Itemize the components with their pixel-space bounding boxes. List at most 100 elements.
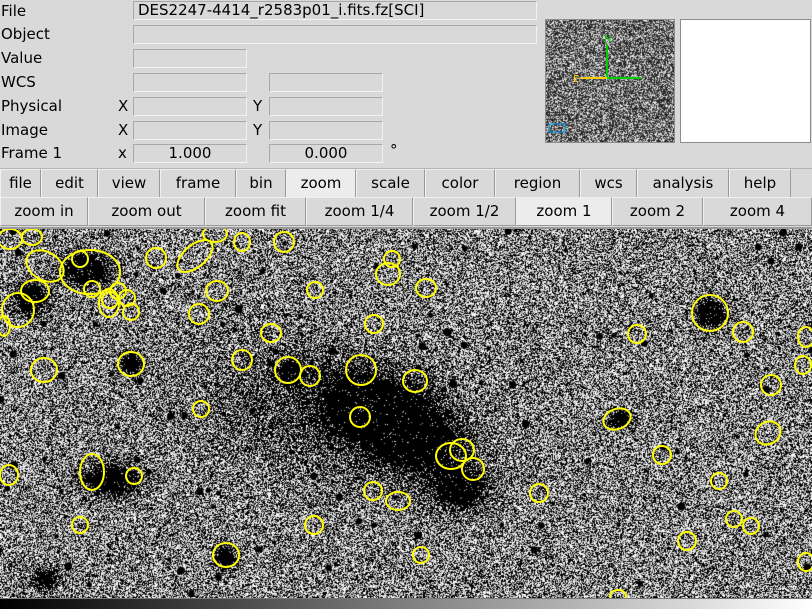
menu-edit[interactable]: edit [41, 169, 98, 198]
region-circle[interactable] [306, 281, 324, 299]
region-circle[interactable] [363, 481, 383, 501]
menu-zoom[interactable]: zoom [286, 169, 356, 198]
region-circle[interactable] [233, 232, 251, 252]
degree-unit: ° [390, 141, 398, 159]
button-zoom-2[interactable]: zoom 2 [612, 197, 703, 226]
region-circle[interactable] [725, 510, 743, 528]
region-circle[interactable] [529, 483, 549, 503]
physical-x-field [133, 97, 247, 116]
region-circle[interactable] [71, 250, 89, 268]
region-circle[interactable] [20, 279, 50, 303]
region-circle[interactable] [192, 400, 210, 418]
frame-angle-field: 0.000 [269, 144, 383, 163]
region-circle[interactable] [652, 445, 672, 465]
menu-bin[interactable]: bin [236, 169, 286, 198]
compass-east-label: E [573, 74, 579, 85]
button-zoom-1-4[interactable]: zoom 1/4 [306, 197, 413, 226]
object-label: Object [1, 25, 50, 43]
menu-scale[interactable]: scale [356, 169, 425, 198]
region-circle[interactable] [415, 278, 437, 298]
button-zoom-out[interactable]: zoom out [88, 197, 205, 226]
panner-view[interactable]: N E [545, 19, 675, 143]
image-y-field [269, 121, 383, 140]
image-y-label: Y [253, 121, 263, 139]
menu-analysis[interactable]: analysis [637, 169, 729, 198]
region-circle[interactable] [677, 531, 697, 551]
wcs-label: WCS [1, 73, 36, 91]
region-overlay [0, 229, 812, 598]
region-circle[interactable] [364, 314, 384, 334]
region-circle[interactable] [412, 546, 430, 564]
region-circle[interactable] [71, 516, 89, 534]
menu-view[interactable]: view [98, 169, 160, 198]
menu-help[interactable]: help [729, 169, 791, 198]
region-circle[interactable] [797, 552, 812, 572]
region-circle[interactable] [125, 467, 143, 485]
region-circle[interactable] [797, 326, 812, 348]
region-circle[interactable] [732, 321, 754, 343]
region-circle[interactable] [304, 515, 324, 535]
region-circle[interactable] [21, 229, 43, 246]
magnifier-view [680, 19, 811, 143]
button-zoom-1[interactable]: zoom 1 [516, 197, 612, 226]
value-field [133, 49, 247, 68]
region-circle[interactable] [260, 323, 282, 343]
region-circle[interactable] [274, 356, 302, 384]
region-circle[interactable] [231, 349, 253, 371]
region-circle[interactable] [710, 472, 728, 490]
button-zoom-in[interactable]: zoom in [0, 197, 88, 226]
wcs-field-1 [133, 73, 247, 92]
region-circle[interactable] [609, 589, 627, 598]
frame-label: Frame 1 [1, 144, 63, 162]
region-circle[interactable] [760, 374, 782, 396]
physical-y-field [269, 97, 383, 116]
button-zoom-4[interactable]: zoom 4 [703, 197, 812, 226]
menu-color[interactable]: color [425, 169, 495, 198]
region-circle[interactable] [0, 464, 19, 486]
image-display[interactable] [0, 227, 812, 598]
region-circle[interactable] [1, 292, 35, 328]
region-circle[interactable] [345, 354, 377, 386]
region-circle[interactable] [402, 369, 428, 393]
menu-file[interactable]: file [0, 169, 41, 198]
frame-x-label: x [118, 144, 127, 162]
region-circle[interactable] [273, 231, 295, 253]
value-label: Value [1, 49, 43, 67]
file-field: DES2247-4414_r2583p01_i.fits.fz[SCI] [133, 1, 537, 20]
button-zoom-fit[interactable]: zoom fit [205, 197, 306, 226]
region-circle[interactable] [600, 405, 633, 433]
region-circle[interactable] [188, 303, 210, 325]
object-field [133, 25, 537, 44]
region-circle[interactable] [122, 303, 140, 321]
image-x-field [133, 121, 247, 140]
region-circle[interactable] [742, 517, 760, 535]
region-circle[interactable] [751, 417, 785, 449]
compass-icon: N E [548, 34, 641, 133]
region-circle[interactable] [205, 280, 229, 302]
region-circle[interactable] [117, 351, 145, 377]
frame-zoom-field: 1.000 [133, 144, 247, 163]
physical-x-label: X [118, 97, 129, 115]
image-x-label: X [118, 121, 129, 139]
menu-region[interactable]: region [495, 169, 580, 198]
region-circle[interactable] [145, 247, 167, 269]
menu-wcs[interactable]: wcs [580, 169, 637, 198]
region-circle[interactable] [212, 542, 240, 568]
region-circle[interactable] [691, 294, 729, 332]
region-circle[interactable] [627, 324, 647, 344]
file-label: File [1, 2, 27, 20]
region-circle[interactable] [30, 357, 58, 383]
region-circle[interactable] [794, 355, 812, 375]
region-circle[interactable] [349, 406, 371, 428]
menu-bar: file edit view frame bin zoom scale color region… [0, 168, 812, 198]
region-circle[interactable] [461, 457, 485, 481]
region-circle[interactable] [0, 229, 23, 250]
region-circle[interactable] [299, 365, 321, 387]
physical-label: Physical [1, 97, 63, 115]
button-zoom-1-2[interactable]: zoom 1/2 [413, 197, 516, 226]
colorbar[interactable] [0, 598, 812, 609]
image-label: Image [1, 121, 48, 139]
region-circle[interactable] [385, 491, 411, 511]
region-circle[interactable] [79, 453, 105, 491]
menu-frame[interactable]: frame [160, 169, 236, 198]
